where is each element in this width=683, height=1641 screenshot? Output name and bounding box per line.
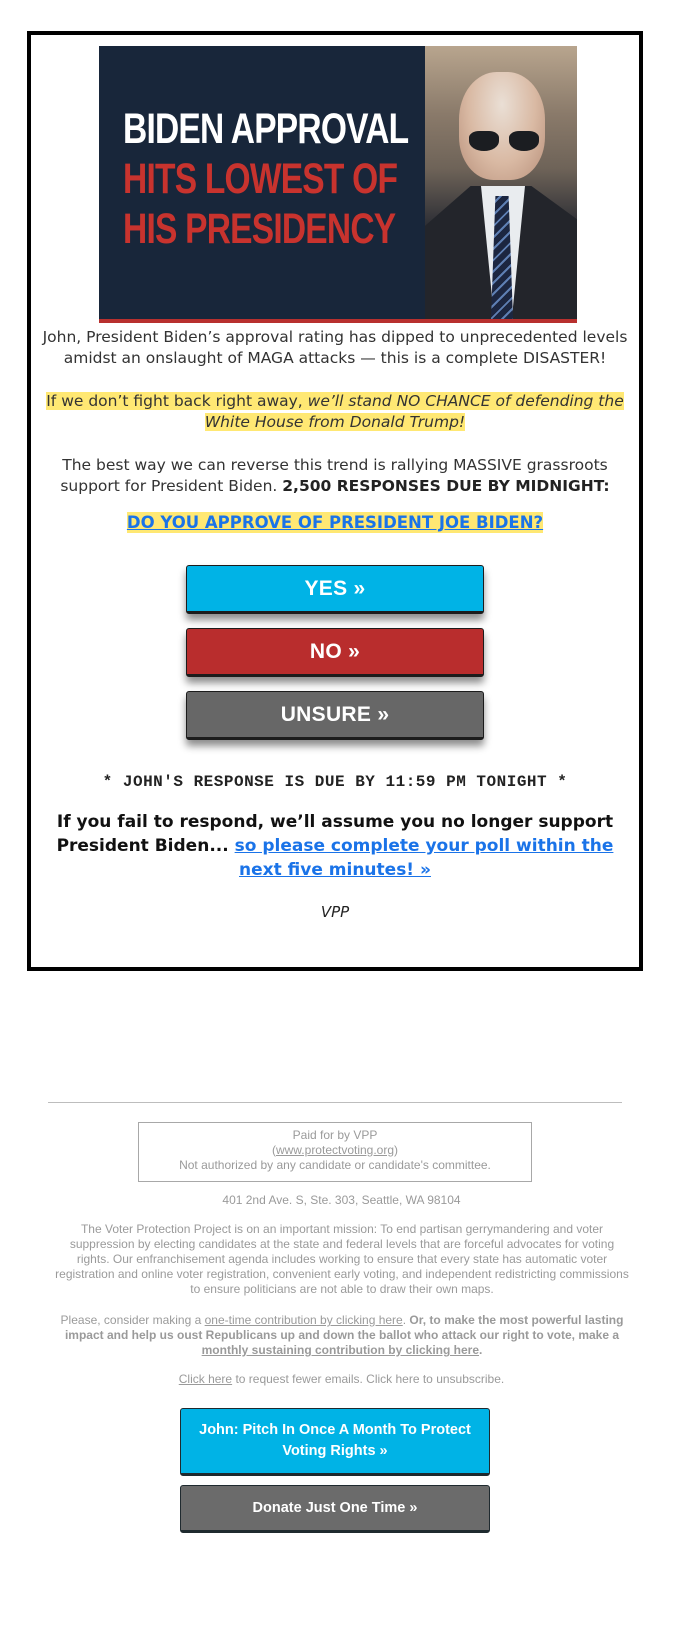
- footer-divider: [48, 1102, 622, 1103]
- sunglasses-icon: [469, 131, 539, 151]
- highlight-paragraph: If we don’t fight back right away, we’ll…: [35, 391, 635, 433]
- hero-line-1: BIDEN APPROVAL: [123, 105, 409, 153]
- unsure-button[interactable]: UNSURE »: [186, 691, 484, 740]
- rally-paragraph: The best way we can reverse this trend i…: [35, 455, 635, 497]
- signature: VPP: [320, 903, 350, 921]
- mission-statement: The Voter Protection Project is on an im…: [55, 1222, 629, 1296]
- yes-button[interactable]: YES »: [186, 565, 484, 614]
- hero-red-rule: [99, 319, 577, 323]
- rally-bold: 2,500 RESPONSES DUE BY MIDNIGHT:: [282, 477, 610, 495]
- website-line: (www.protectvoting.org): [271, 1143, 399, 1157]
- monthly-donate-button[interactable]: John: Pitch In Once A Month To Protect V…: [180, 1408, 490, 1476]
- one-time-contribution-link[interactable]: one-time contribution by clicking here: [205, 1313, 403, 1327]
- website-link[interactable]: www.protectvoting.org: [276, 1143, 394, 1157]
- deadline-notice: * JOHN'S RESPONSE IS DUE BY 11:59 PM TON…: [102, 773, 568, 791]
- highlight-text: If we don’t fight back right away, we’ll…: [46, 392, 624, 431]
- unsubscribe-text[interactable]: to request fewer emails. Click here to u…: [232, 1372, 504, 1386]
- hero-headline: BIDEN APPROVAL HITS LOWEST OF HIS PRESID…: [123, 104, 423, 254]
- poll-question: DO YOU APPROVE OF PRESIDENT JOE BIDEN?: [31, 512, 639, 533]
- contribution-paragraph: Please, consider making a one-time contr…: [60, 1313, 624, 1357]
- unsubscribe-line: Click here to request fewer emails. Clic…: [0, 1372, 683, 1387]
- photo-head: [459, 72, 545, 180]
- hero-line-3: HIS PRESIDENCY: [123, 205, 396, 253]
- paid-for-box: Paid for by VPP (www.protectvoting.org) …: [138, 1122, 532, 1182]
- warning-paragraph: If you fail to respond, we’ll assume you…: [37, 810, 633, 882]
- paid-for-text: Paid for by VPP: [292, 1128, 378, 1142]
- mailing-address: 401 2nd Ave. S, Ste. 303, Seattle, WA 98…: [222, 1193, 461, 1207]
- no-button[interactable]: NO »: [186, 628, 484, 677]
- poll-question-link[interactable]: DO YOU APPROVE OF PRESIDENT JOE BIDEN?: [126, 512, 544, 533]
- fewer-emails-link[interactable]: Click here: [179, 1372, 232, 1386]
- complete-poll-link[interactable]: so please complete your poll within the …: [235, 836, 614, 880]
- hero-line-2: HITS LOWEST OF: [123, 155, 398, 203]
- intro-paragraph: John, President Biden’s approval rating …: [42, 328, 628, 367]
- hero-banner[interactable]: BIDEN APPROVAL HITS LOWEST OF HIS PRESID…: [99, 46, 577, 323]
- email-card: BIDEN APPROVAL HITS LOWEST OF HIS PRESID…: [27, 31, 643, 971]
- monthly-contribution-link[interactable]: monthly sustaining contribution by click…: [202, 1343, 479, 1357]
- biden-photo: [425, 46, 577, 319]
- highlight-plain: If we don’t fight back right away,: [46, 392, 308, 410]
- disclaimer-text: Not authorized by any candidate or candi…: [179, 1158, 491, 1172]
- one-time-donate-button[interactable]: Donate Just One Time »: [180, 1485, 490, 1533]
